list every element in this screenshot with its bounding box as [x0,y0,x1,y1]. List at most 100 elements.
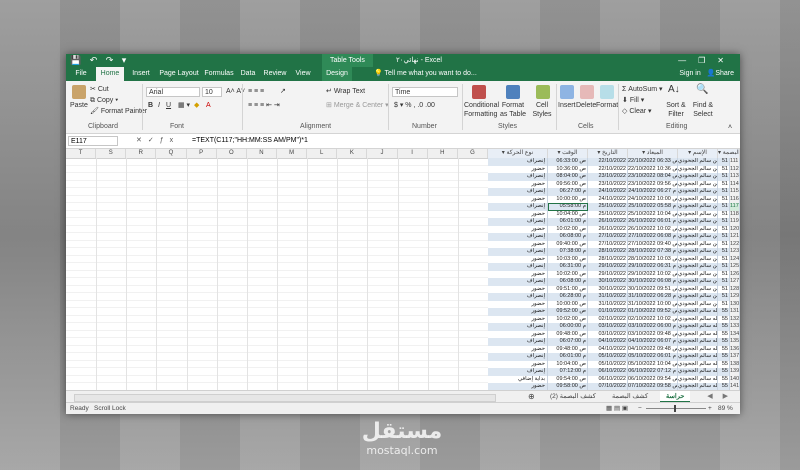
cell-datetime[interactable]: 22/10/2022 06:33 ص [628,158,678,166]
cell-time[interactable]: 06:28:00 م [548,293,588,301]
cell-fingerprint-id[interactable]: 51 [718,300,730,308]
column-header[interactable]: M [277,149,308,158]
table-row[interactable]: حضور 10:04:00 ص 05/10/2022 05/10/2022 10:04… [488,360,740,368]
clear-button[interactable]: ◇ Clear ▾ [622,107,652,116]
row-number[interactable]: 124 [730,255,740,263]
window-controls[interactable]: —❐✕ [678,54,736,67]
table-header-id[interactable]: ▾ رقم البصمة [718,149,740,158]
row-number[interactable]: 117 [730,203,740,211]
cell-move-type[interactable]: إنصراف [488,353,548,361]
cell-name[interactable]: حسن سالم الجحودي [678,218,718,226]
format-cells-button[interactable]: Format [596,101,618,110]
cell-time[interactable]: 10:00:00 ص [548,300,588,308]
cell-datetime[interactable]: 02/10/2022 10:02 ص [628,315,678,323]
tab-design[interactable]: Design [322,67,352,81]
wrap-text-button[interactable]: ↵ Wrap Text [326,87,365,96]
cell-styles-button[interactable]: Cell Styles [530,101,554,119]
table-row[interactable]: حضور 09:48:00 ص 04/10/2022 04/10/2022 09:48… [488,345,740,353]
table-row[interactable]: حضور 09:52:00 ص 01/10/2022 01/10/2022 09:52… [488,308,740,316]
cell-fingerprint-id[interactable]: 51 [718,240,730,248]
format-as-table-button[interactable]: Format as Table [498,101,528,119]
table-header-date[interactable]: ▾ التاريخ [588,149,628,158]
cell-date[interactable]: 02/10/2022 [588,315,628,323]
cell-fingerprint-id[interactable]: 55 [718,323,730,331]
tab-formulas[interactable]: Formulas [204,67,234,81]
zoom-out-icon[interactable]: − [638,403,642,414]
insert-cells-button[interactable]: Insert [558,101,576,110]
italic-icon[interactable]: I [158,101,160,110]
row-number[interactable]: 126 [730,270,740,278]
table-row[interactable]: إنصراف 05:58:00 م 25/10/2022 25/10/2022 05:… [488,203,740,211]
row-number[interactable]: 128 [730,285,740,293]
name-box[interactable]: E117 [68,136,118,146]
cell-move-type[interactable]: إنصراف [488,233,548,241]
row-number[interactable]: 118 [730,210,740,218]
cell-datetime[interactable]: 06/10/2022 07:12 م [628,368,678,376]
cell-move-type[interactable]: إنصراف [488,278,548,286]
cell-date[interactable]: 06/10/2022 [588,368,628,376]
table-row[interactable]: إنصراف 06:07:00 م 04/10/2022 04/10/2022 06:… [488,338,740,346]
cell-name[interactable]: عبدالله سالم الجحودي [678,315,718,323]
column-header[interactable]: K [337,149,368,158]
quick-access-toolbar[interactable]: 💾 ↶ ↷ ▾ [70,55,129,66]
vertical-align-icons[interactable]: ≡ ≡ ≡ [248,87,264,96]
cell-datetime[interactable]: 28/10/2022 10:03 ص [628,255,678,263]
cell-time[interactable]: 09:56:00 ص [548,180,588,188]
cell-time[interactable]: 07:38:00 م [548,248,588,256]
cell-move-type[interactable]: إنصراف [488,323,548,331]
sign-in-link[interactable]: Sign in [679,70,700,77]
cell-time[interactable]: 06:27:00 م [548,188,588,196]
table-row[interactable]: حضور 09:48:00 ص 03/10/2022 03/10/2022 09:48… [488,330,740,338]
row-number[interactable]: 114 [730,180,740,188]
view-buttons[interactable]: ▦ ▤ ▣ [606,403,628,414]
cell-fingerprint-id[interactable]: 51 [718,270,730,278]
merge-center-button[interactable]: ⊞ Merge & Center ▾ [326,101,389,110]
cell-date[interactable]: 03/10/2022 [588,330,628,338]
cell-fingerprint-id[interactable]: 51 [718,203,730,211]
row-number[interactable]: 119 [730,218,740,226]
cell-time[interactable]: 09:51:00 ص [548,285,588,293]
table-row[interactable]: حضور 09:56:00 ص 23/10/2022 23/10/2022 09:56… [488,180,740,188]
cell-date[interactable]: 24/10/2022 [588,195,628,203]
tab-data[interactable]: Data [238,67,258,81]
cell-datetime[interactable]: 29/10/2022 10:02 ص [628,270,678,278]
tab-home[interactable]: Home [96,67,124,81]
cell-move-type[interactable]: إنصراف [488,338,548,346]
cell-datetime[interactable]: 05/10/2022 06:01 م [628,353,678,361]
cell-datetime[interactable]: 07/10/2022 09:58 ص [628,383,678,390]
cell-time[interactable]: 09:58:00 ص [548,383,588,390]
cell-time[interactable]: 06:01:00 م [548,218,588,226]
bold-icon[interactable]: B [148,101,153,110]
cell-move-type[interactable]: حضور [488,383,548,390]
orientation-icon[interactable]: ↗ [280,87,286,96]
cell-date[interactable]: 26/10/2022 [588,218,628,226]
cell-name[interactable]: حسن سالم الجحودي [678,210,718,218]
table-header-name[interactable]: ▾ الإسم [678,149,718,158]
cell-time[interactable]: 06:01:00 م [548,353,588,361]
table-row[interactable]: إنصراف 06:00:00 م 03/10/2022 03/10/2022 06:… [488,323,740,331]
table-row[interactable]: حضور 09:51:00 ص 30/10/2022 30/10/2022 09:51… [488,285,740,293]
table-row[interactable]: حضور 10:04:00 ص 25/10/2022 25/10/2022 10:04… [488,210,740,218]
cell-date[interactable]: 22/10/2022 [588,158,628,166]
horizontal-align-icons[interactable]: ≡ ≡ ≡ ⇤ ⇥ [248,101,280,110]
cell-date[interactable]: 22/10/2022 [588,165,628,173]
cell-date[interactable]: 01/10/2022 [588,308,628,316]
cell-name[interactable]: حسن سالم الجحودي [678,278,718,286]
table-row[interactable]: حضور 10:00:00 ص 24/10/2022 24/10/2022 10:00… [488,195,740,203]
autosum-button[interactable]: Σ AutoSum ▾ [622,85,663,94]
paste-button[interactable]: Paste [70,101,88,110]
tab-file[interactable]: File [72,67,90,81]
cell-fingerprint-id[interactable]: 51 [718,233,730,241]
cell-datetime[interactable]: 05/10/2022 10:04 ص [628,360,678,368]
cell-date[interactable]: 04/10/2022 [588,345,628,353]
table-row[interactable]: حضور 10:02:00 ص 26/10/2022 26/10/2022 10:02… [488,225,740,233]
cell-move-type[interactable]: إنصراف [488,368,548,376]
cell-move-type[interactable]: حضور [488,300,548,308]
cell-time[interactable]: 10:00:00 ص [548,195,588,203]
table-row[interactable]: حضور 10:36:00 ص 22/10/2022 22/10/2022 10:36… [488,165,740,173]
row-number[interactable]: 116 [730,195,740,203]
cell-styles-icon[interactable] [536,85,550,99]
cell-datetime[interactable]: 06/10/2022 09:54 ص [628,375,678,383]
cell-move-type[interactable]: حضور [488,195,548,203]
cell-datetime[interactable]: 31/10/2022 06:28 م [628,293,678,301]
